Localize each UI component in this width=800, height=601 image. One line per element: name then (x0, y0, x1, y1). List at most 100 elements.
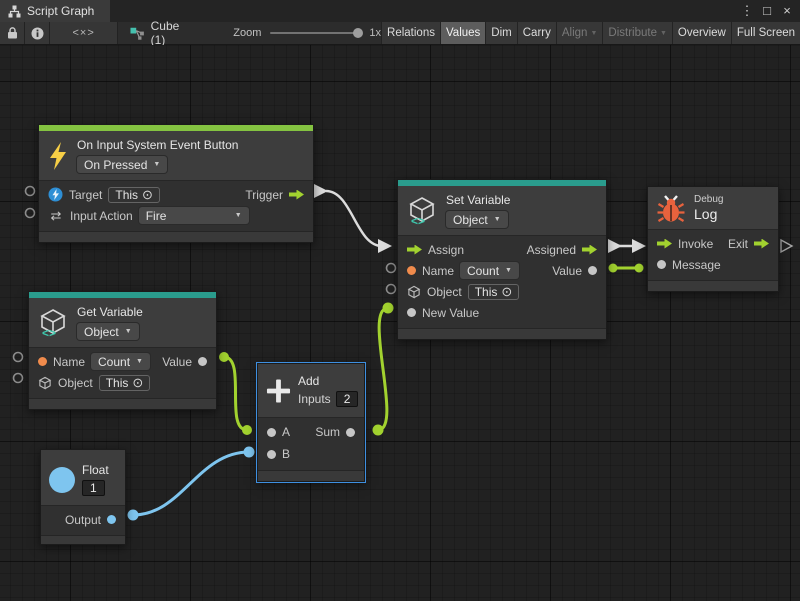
object-pill[interactable]: This ⊙ (99, 375, 151, 391)
object-pill[interactable]: This ⊙ (468, 284, 520, 300)
distribute-dropdown[interactable]: Distribute ▼ (602, 22, 672, 44)
info-button[interactable] (25, 22, 50, 44)
maximize-icon[interactable]: □ (759, 0, 775, 22)
variable-scope-dropdown[interactable]: Object ▼ (77, 323, 139, 340)
toolbar-buttons: Relations Values Dim Carry Align ▼ Distr… (381, 22, 800, 44)
dim-button[interactable]: Dim (485, 22, 516, 44)
new-value-label: New Value (422, 306, 479, 320)
overview-button[interactable]: Overview (672, 22, 731, 44)
unconnected-port[interactable] (26, 187, 35, 196)
carry-button[interactable]: Carry (517, 22, 556, 44)
node-debug-log[interactable]: Debug Log Invoke Exit Message (647, 186, 779, 292)
graph-canvas[interactable]: On Input System Event Button On Pressed … (0, 45, 800, 601)
exit-port-unconnected[interactable] (781, 240, 792, 252)
flow-arrowhead[interactable] (632, 239, 646, 253)
new-value-row: New Value (398, 302, 606, 323)
input-action-dropdown[interactable]: Fire ▼ (139, 207, 249, 224)
close-icon[interactable]: × (779, 0, 795, 22)
wire-endpoint[interactable] (609, 264, 618, 273)
invoke-input-port[interactable] (657, 239, 672, 249)
node-on-input-system-event[interactable]: On Input System Event Button On Pressed … (38, 124, 314, 243)
exit-output-port[interactable] (754, 239, 769, 249)
float-value-field[interactable]: 1 (82, 480, 105, 496)
a-label: A (282, 425, 290, 439)
wire-endpoint[interactable] (242, 425, 252, 435)
variable-scope-dropdown[interactable]: Object ▼ (446, 211, 508, 228)
lock-button[interactable] (0, 22, 25, 44)
align-dropdown[interactable]: Align ▼ (556, 22, 603, 44)
a-input-port[interactable] (267, 428, 276, 437)
code-view-button[interactable]: <×> (50, 22, 118, 44)
wire-endpoint[interactable] (635, 264, 644, 273)
input-action-row: ⇄ Input Action Fire ▼ (39, 205, 313, 226)
target-row: Target This ⊙ Trigger (39, 184, 313, 205)
node-get-variable[interactable]: <> Get Variable Object ▼ Name Count ▼ (28, 291, 217, 410)
wire-sum-newvalue[interactable] (378, 308, 388, 430)
fullscreen-button[interactable]: Full Screen (731, 22, 800, 44)
trigger-label: Trigger (245, 188, 283, 202)
input-action-label: Input Action (70, 209, 133, 223)
assigned-output-port[interactable] (582, 245, 597, 255)
menu-icon[interactable]: ⋮ (739, 0, 755, 22)
name-input-port[interactable] (38, 357, 47, 366)
node-set-variable[interactable]: <> Set Variable Object ▼ Assign Assigned (397, 179, 607, 340)
node-title: On Input System Event Button (77, 138, 238, 152)
svg-text:<>: <> (411, 214, 425, 226)
info-icon (31, 27, 44, 40)
flow-arrowhead[interactable] (608, 239, 622, 253)
zoom-slider-handle[interactable] (353, 28, 363, 38)
wire-getvalue-a[interactable] (224, 357, 247, 430)
value-output-port[interactable] (588, 266, 597, 275)
caret-down-icon: ▼ (235, 212, 242, 219)
unconnected-port[interactable] (387, 264, 396, 273)
unconnected-port[interactable] (14, 353, 23, 362)
inputs-count-field[interactable]: 2 (336, 391, 359, 407)
inputs-label: Inputs (298, 392, 331, 406)
node-float[interactable]: Float 1 Output (40, 449, 126, 545)
variable-name-dropdown[interactable]: Count ▼ (91, 353, 150, 370)
flow-arrowhead[interactable] (378, 239, 392, 253)
event-mode-dropdown[interactable]: On Pressed ▼ (77, 156, 167, 173)
node-title: Log (694, 206, 723, 222)
unconnected-port[interactable] (14, 374, 23, 383)
variable-name-dropdown[interactable]: Count ▼ (460, 262, 519, 279)
assign-input-port[interactable] (407, 245, 422, 255)
name-input-port[interactable] (407, 266, 416, 275)
wire-trigger-assign[interactable] (326, 191, 382, 246)
trigger-output-port[interactable] (289, 190, 304, 200)
wire-float-b[interactable] (133, 452, 249, 515)
object-label: Object (427, 285, 462, 299)
b-input-port[interactable] (267, 450, 276, 459)
wire-endpoint[interactable] (219, 352, 229, 362)
unconnected-port[interactable] (26, 209, 35, 218)
output-port[interactable] (107, 515, 116, 524)
flow-arrowhead[interactable] (314, 184, 328, 198)
output-label: Output (65, 513, 101, 527)
node-add[interactable]: Add Inputs 2 A Sum B (257, 363, 365, 482)
lightning-icon (48, 142, 68, 170)
message-input-port[interactable] (657, 260, 666, 269)
value-output-port[interactable] (198, 357, 207, 366)
zoom-label: Zoom (233, 27, 261, 39)
unconnected-port[interactable] (387, 285, 396, 294)
relations-button[interactable]: Relations (381, 22, 440, 44)
target-icon: ⊙ (142, 188, 153, 201)
invoke-label: Invoke (678, 237, 713, 251)
values-button[interactable]: Values (440, 22, 485, 44)
tab-script-graph[interactable]: Script Graph (0, 0, 110, 22)
zoom-slider[interactable] (270, 32, 360, 34)
new-value-input-port[interactable] (407, 308, 416, 317)
graph-reference-breadcrumb[interactable]: Cube (1) (118, 22, 207, 44)
caret-down-icon: ▼ (590, 30, 597, 37)
wire-endpoint[interactable] (128, 510, 139, 521)
target-object-pill[interactable]: This ⊙ (108, 187, 160, 203)
wire-endpoint[interactable] (244, 447, 255, 458)
output-row: Output (41, 509, 125, 530)
wire-endpoint[interactable] (383, 303, 394, 314)
code-icon: <×> (73, 27, 95, 39)
wire-endpoint[interactable] (373, 425, 384, 436)
sum-output-port[interactable] (346, 428, 355, 437)
tab-title: Script Graph (27, 4, 94, 18)
object-row: Object This ⊙ (398, 281, 606, 302)
message-row: Message (648, 254, 778, 275)
